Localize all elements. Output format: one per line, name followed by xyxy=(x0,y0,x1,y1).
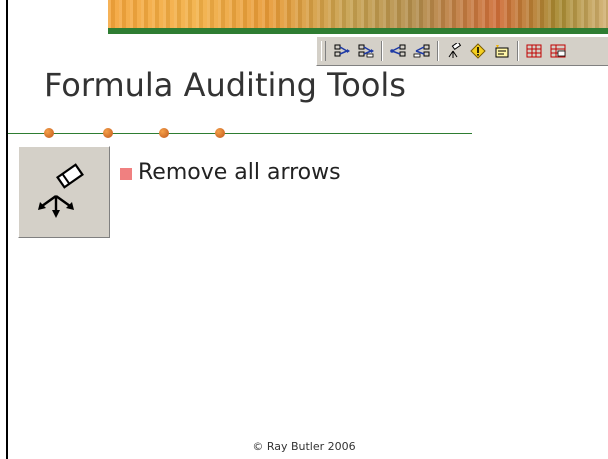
toolbar-grip[interactable] xyxy=(321,41,326,61)
trace-precedents-icon[interactable] xyxy=(330,40,354,62)
remove-dependent-arrows-icon[interactable] xyxy=(410,40,434,62)
trace-dependents-icon[interactable] xyxy=(386,40,410,62)
remove-all-arrows-icon-large xyxy=(18,146,110,238)
header-green-bar xyxy=(108,28,608,34)
toolbar-separator xyxy=(381,41,383,61)
title-underline xyxy=(8,133,472,134)
decorative-dot xyxy=(159,128,169,138)
circle-invalid-data-icon[interactable] xyxy=(522,40,546,62)
trace-error-icon[interactable] xyxy=(466,40,490,62)
slide-title: Formula Auditing Tools xyxy=(44,66,406,104)
left-border-rule xyxy=(6,0,8,459)
slide: Formula Auditing Tools Remove all arrows… xyxy=(0,0,608,459)
toolbar-separator xyxy=(517,41,519,61)
slide-footer: © Ray Butler 2006 xyxy=(252,440,356,453)
remove-precedent-arrows-icon[interactable] xyxy=(354,40,378,62)
decorative-dot xyxy=(44,128,54,138)
bullet-text: Remove all arrows xyxy=(138,160,341,185)
decorative-dot xyxy=(215,128,225,138)
formula-auditing-toolbar xyxy=(316,36,608,66)
remove-all-arrows-icon[interactable] xyxy=(442,40,466,62)
bullet-marker xyxy=(120,167,132,180)
toolbar-separator xyxy=(437,41,439,61)
new-comment-icon[interactable] xyxy=(490,40,514,62)
header-banner-image xyxy=(108,0,608,28)
decorative-dot xyxy=(103,128,113,138)
bullet-item: Remove all arrows xyxy=(120,160,341,185)
clear-validation-circles-icon[interactable] xyxy=(546,40,570,62)
